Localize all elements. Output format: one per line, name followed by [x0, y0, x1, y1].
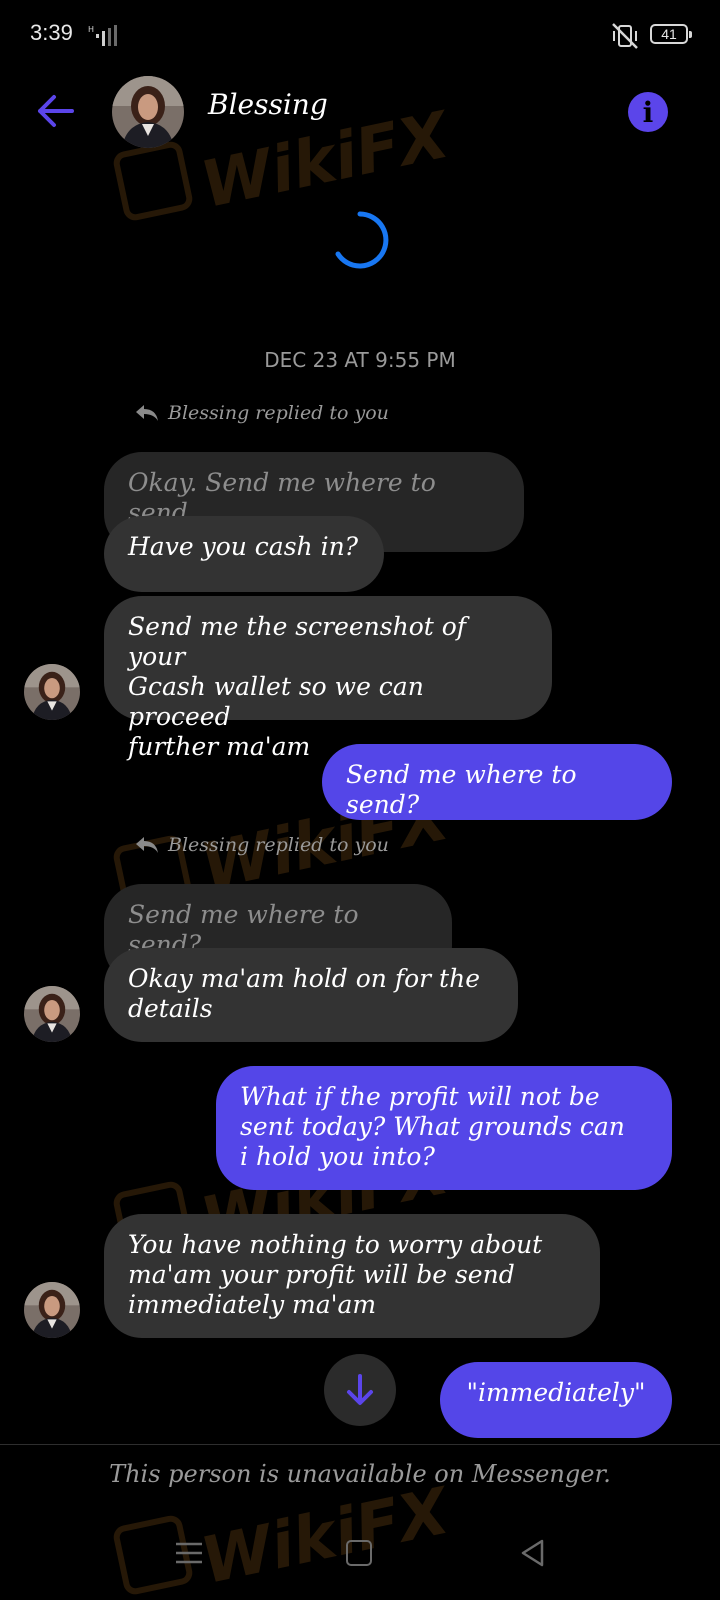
unavailable-notice: This person is unavailable on Messenger.: [109, 1460, 611, 1488]
incoming-message[interactable]: Send me the screenshot of your Gcash wal…: [104, 596, 552, 761]
reply-icon: [136, 405, 158, 421]
avatar[interactable]: [112, 76, 184, 148]
recent-apps-icon[interactable]: [174, 1540, 204, 1566]
scroll-to-bottom-button[interactable]: [324, 1354, 396, 1426]
watermark-logo: [111, 139, 195, 223]
contact-name[interactable]: Blessing: [208, 88, 328, 121]
incoming-message[interactable]: Okay ma'am hold on for the details: [104, 948, 518, 1042]
conversation-timestamp: DEC 23 AT 9:55 PM: [264, 348, 456, 372]
reply-indicator: Blessing replied to you: [134, 834, 389, 856]
avatar-image: [24, 1282, 80, 1338]
avatar-image: [112, 76, 184, 148]
divider: [0, 1444, 720, 1445]
incoming-message[interactable]: You have nothing to worry about ma'am yo…: [104, 1214, 600, 1338]
svg-text:H: H: [88, 25, 94, 34]
reply-icon: [136, 837, 158, 853]
outgoing-message[interactable]: What if the profit will not be sent toda…: [216, 1066, 672, 1190]
home-button[interactable]: [346, 1540, 372, 1566]
battery-icon: 41: [650, 24, 692, 44]
avatar-image: [24, 664, 80, 720]
info-button[interactable]: i: [628, 92, 668, 132]
avatar[interactable]: [24, 1282, 80, 1338]
avatar-image: [24, 986, 80, 1042]
reply-note-text: Blessing replied to you: [168, 402, 389, 424]
signal-icon: H: [88, 25, 117, 46]
nav-back-icon[interactable]: [518, 1538, 548, 1568]
outgoing-message[interactable]: "immediately": [440, 1362, 672, 1438]
loading-spinner-icon: [335, 211, 389, 269]
reply-indicator: Blessing replied to you: [134, 402, 389, 424]
vibrate-off-icon: [612, 23, 638, 49]
avatar[interactable]: [24, 986, 80, 1042]
arrow-down-icon: [347, 1374, 373, 1405]
status-time: 3:39: [30, 20, 73, 45]
watermark: WikiFX: [195, 1474, 456, 1600]
info-icon: i: [642, 96, 654, 129]
outgoing-message[interactable]: Send me where to send?: [322, 744, 672, 820]
incoming-message[interactable]: Have you cash in?: [104, 516, 384, 592]
back-arrow-icon[interactable]: [32, 88, 78, 134]
avatar[interactable]: [24, 664, 80, 720]
reply-note-text: Blessing replied to you: [168, 834, 389, 856]
